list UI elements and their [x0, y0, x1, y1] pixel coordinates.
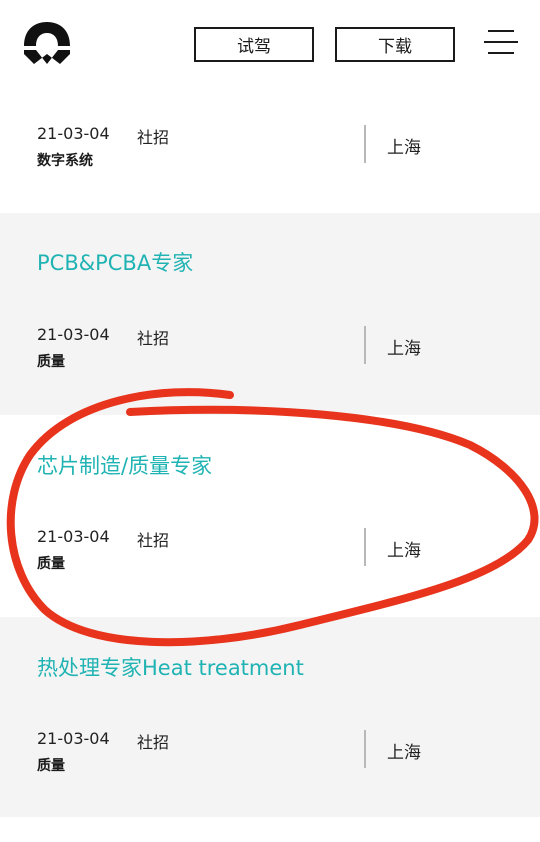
job-department: 质量 — [37, 556, 65, 572]
job-type: 社招 — [137, 329, 170, 348]
divider — [364, 528, 366, 566]
job-type: 社招 — [137, 733, 170, 752]
site-header: 试驾 下载 — [0, 0, 540, 100]
divider — [364, 125, 366, 163]
job-type: 社招 — [137, 128, 170, 147]
test-drive-button[interactable]: 试驾 — [194, 27, 314, 62]
job-title[interactable]: PCB&PCBA专家 — [37, 247, 193, 277]
job-title[interactable]: 热处理专家Heat treatment — [37, 652, 304, 682]
download-button[interactable]: 下载 — [335, 27, 455, 62]
job-card[interactable]: 芯片制造/质量专家 21-03-04 社招 质量 上海 — [0, 415, 540, 617]
job-department: 质量 — [37, 758, 65, 774]
nio-logo-icon[interactable] — [20, 16, 74, 66]
job-card[interactable]: PCB&PCBA专家 21-03-04 社招 质量 上海 — [0, 213, 540, 415]
job-title[interactable]: 芯片制造/质量专家 — [37, 450, 212, 480]
job-date: 21-03-04 — [37, 124, 110, 143]
job-type: 社招 — [137, 531, 170, 550]
job-department: 质量 — [37, 354, 65, 370]
job-city: 上海 — [387, 339, 421, 359]
job-date: 21-03-04 — [37, 729, 110, 748]
job-city: 上海 — [387, 138, 421, 158]
hamburger-menu-icon[interactable] — [484, 28, 518, 56]
job-date: 21-03-04 — [37, 527, 110, 546]
divider — [364, 730, 366, 768]
job-department: 数字系统 — [37, 153, 93, 169]
job-card[interactable]: 21-03-04 社招 数字系统 上海 — [0, 100, 540, 213]
divider — [364, 326, 366, 364]
job-city: 上海 — [387, 541, 421, 561]
job-card[interactable]: 热处理专家Heat treatment 21-03-04 社招 质量 上海 — [0, 617, 540, 817]
job-city: 上海 — [387, 743, 421, 763]
job-date: 21-03-04 — [37, 325, 110, 344]
